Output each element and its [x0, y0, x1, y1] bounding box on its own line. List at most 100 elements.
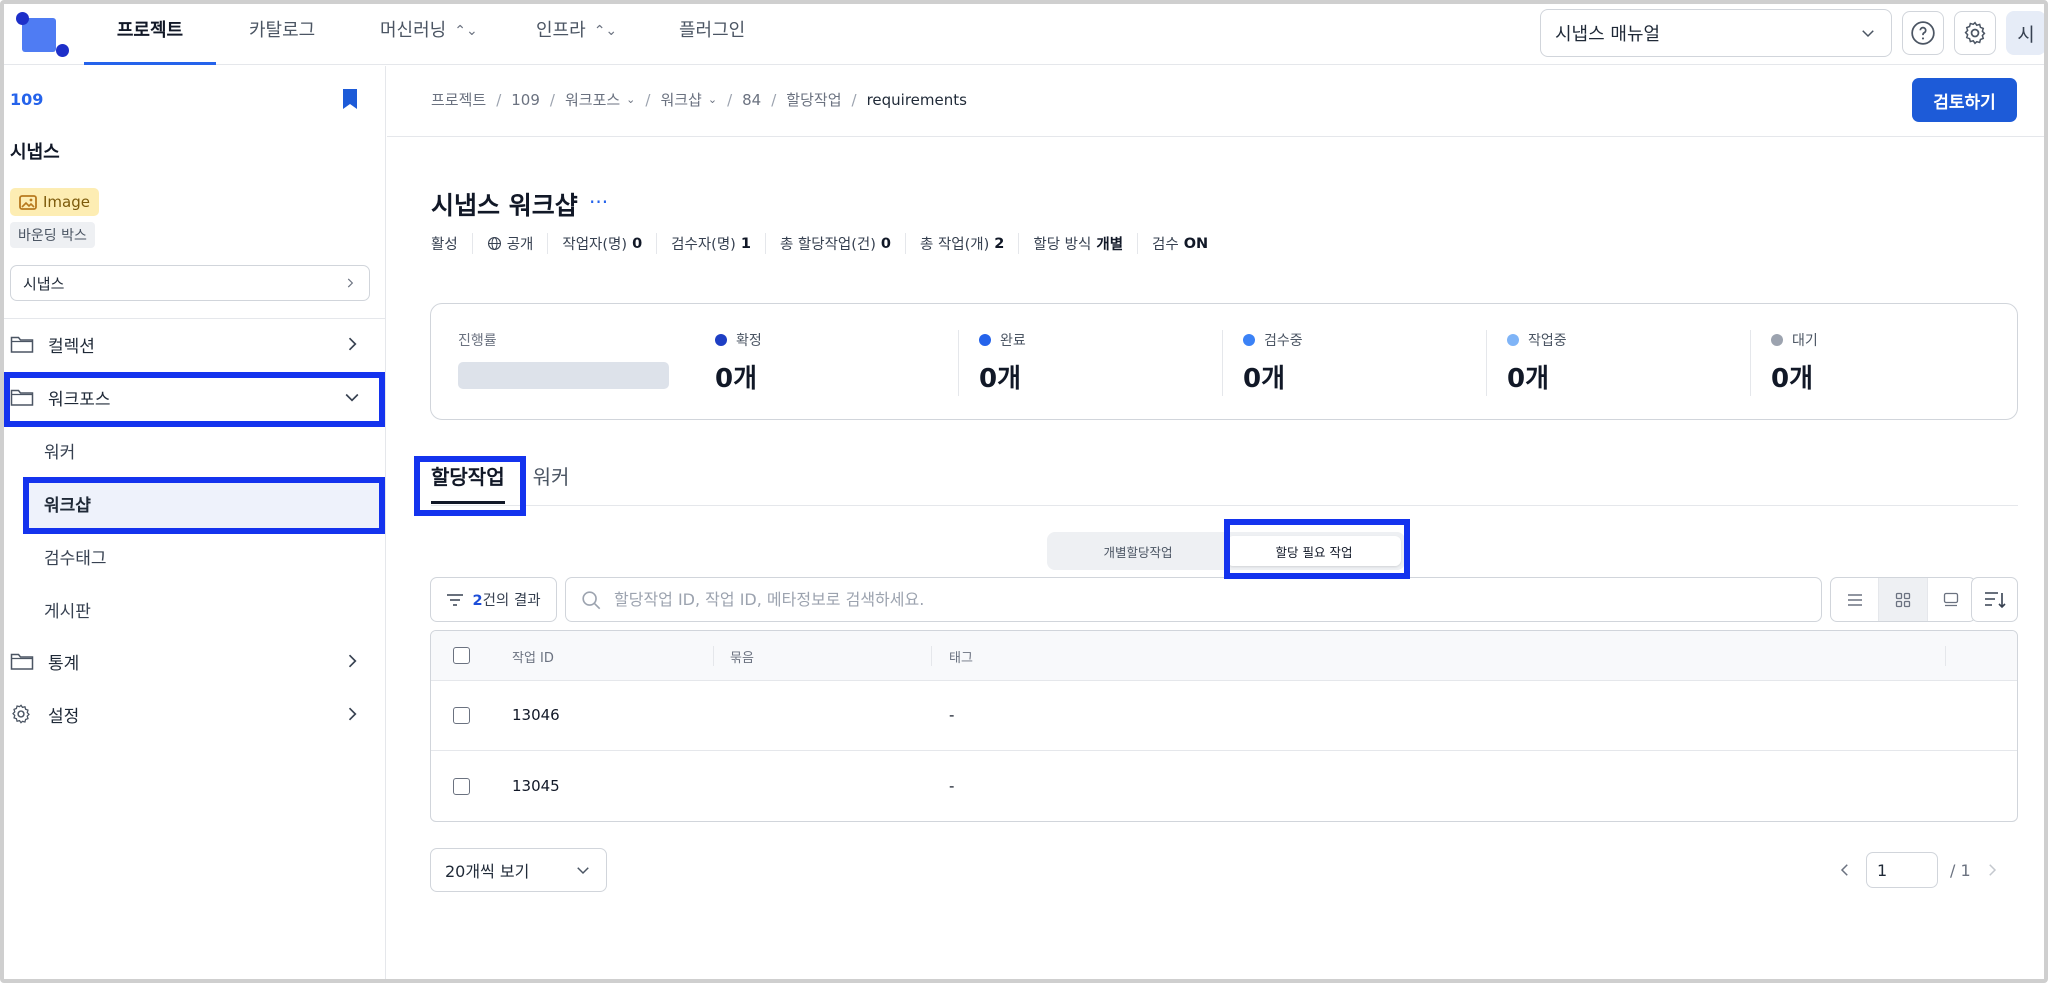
settings-button[interactable]	[1954, 11, 1996, 55]
chevron-right-icon	[348, 337, 357, 351]
avatar-initial: 시	[2017, 23, 2035, 46]
stat-value: 0개	[1507, 364, 1550, 394]
sidebar-item-workforce[interactable]: 워크포스	[4, 372, 382, 422]
progress-stats-card: 진행률 확정 0개 완료 0개 검수중 0개 작업중 0개 대기 0개	[430, 303, 2018, 420]
gallery-view-button[interactable]	[1926, 578, 1975, 621]
project-id: 109	[10, 90, 44, 109]
search-icon	[582, 590, 601, 609]
folder-icon	[10, 336, 34, 353]
grid-view-button[interactable]	[1878, 578, 1927, 621]
sidebar-item-statistics[interactable]: 통계	[4, 636, 382, 686]
app-logo[interactable]	[14, 10, 69, 60]
help-button[interactable]	[1902, 11, 1944, 55]
sidebar-item-workers[interactable]: 워커	[24, 425, 382, 475]
page-size-value: 20개씩 보기	[445, 862, 530, 881]
manual-select[interactable]: 시냅스 매뉴얼	[1540, 9, 1892, 57]
nav-tab-machine-learning[interactable]: 머신러닝 ⌃⌄	[380, 4, 478, 65]
more-options-icon[interactable]: ···	[589, 190, 608, 214]
grid-icon	[1895, 592, 1911, 607]
user-avatar[interactable]: 시	[2006, 11, 2046, 55]
row-checkbox[interactable]	[453, 778, 470, 795]
column-header-bundle[interactable]: 묶음	[730, 647, 754, 666]
table-row[interactable]: 13046 -	[431, 681, 2017, 751]
pagination: 1 / 1	[1836, 852, 2001, 888]
sidebar-item-review-tags[interactable]: 검수태그	[24, 531, 382, 581]
breadcrumb: 프로젝트/ 109/ 워크포스 ⌄ / 워크샵 ⌄/ 84/ 할당작업 / requir…	[431, 89, 967, 110]
nav-tab-label: 머신러닝	[380, 20, 447, 41]
table-row[interactable]: 13045 -	[431, 752, 2017, 821]
row-checkbox[interactable]	[453, 707, 470, 724]
chevron-right-icon	[348, 654, 357, 668]
breadcrumb-workshop-id[interactable]: 84	[742, 91, 761, 109]
page-number-value: 1	[1877, 860, 1888, 880]
chevron-right-icon	[347, 278, 354, 288]
sidebar-item-settings[interactable]: 설정	[4, 689, 382, 739]
meta-value: 개별	[1096, 237, 1124, 253]
breadcrumb-project-id[interactable]: 109	[511, 91, 540, 109]
tabs-divider	[431, 505, 2018, 506]
stat-label: 대기	[1792, 333, 1818, 349]
sidebar-item-collection[interactable]: 컬렉션	[4, 319, 382, 369]
stat-value: 0개	[1243, 364, 1286, 394]
meta-visibility: 공개	[471, 233, 548, 254]
top-nav: 프로젝트 카탈로그 머신러닝 ⌃⌄ 인프라 ⌃⌄ 플러그인 시냅스 매뉴얼 시	[4, 4, 2046, 65]
segment-individual-assignments[interactable]: 개별할당작업	[1051, 536, 1225, 566]
sidebar-item-board[interactable]: 게시판	[24, 584, 382, 634]
view-mode-toggle	[1830, 577, 1976, 622]
breadcrumb-projects[interactable]: 프로젝트	[431, 89, 486, 110]
tag-cell: -	[949, 777, 955, 795]
search-input[interactable]	[614, 590, 1794, 609]
review-button[interactable]: 검토하기	[1912, 78, 2017, 122]
stat-label: 완료	[1000, 333, 1026, 349]
sidebar: 109 시냅스 Image 바운딩 박스 시냅스 컬렉션 워크포스 워커 워크샵…	[4, 66, 386, 979]
breadcrumb-workshop[interactable]: 워크샵	[660, 89, 701, 110]
sidebar-item-label: 검수태그	[44, 548, 107, 569]
page-number-input[interactable]: 1	[1866, 852, 1938, 888]
column-divider[interactable]	[713, 646, 714, 666]
tab-assignments[interactable]: 할당작업	[431, 462, 505, 504]
breadcrumb-workforce[interactable]: 워크포스	[565, 89, 620, 110]
chevron-down-icon[interactable]: ⌄	[626, 93, 635, 106]
nav-tab-catalog[interactable]: 카탈로그	[249, 4, 315, 65]
column-divider[interactable]	[931, 646, 932, 666]
help-circle-icon	[1911, 21, 1935, 45]
select-all-checkbox[interactable]	[453, 647, 470, 664]
sort-button[interactable]	[1971, 577, 2018, 622]
column-divider[interactable]	[1945, 646, 1946, 666]
status-dot-icon	[1771, 334, 1783, 346]
stat-completed: 완료 0개	[958, 330, 1190, 396]
sidebar-item-workshop[interactable]: 워크샵	[24, 478, 382, 528]
chevron-down-icon	[345, 393, 359, 402]
column-header-task-id[interactable]: 작업 ID	[512, 647, 554, 666]
sort-chevron-icon: ⌃⌄	[454, 23, 478, 39]
meta-reviewers: 검수자(명) 1	[656, 233, 765, 254]
chevron-down-icon[interactable]: ⌄	[708, 93, 717, 106]
gear-icon	[1964, 21, 1986, 45]
meta-review: 검수 ON	[1137, 233, 1222, 254]
nav-tab-infra[interactable]: 인프라 ⌃⌄	[536, 4, 617, 65]
status-dot-icon	[979, 334, 991, 346]
segment-needs-assignment[interactable]: 할당 필요 작업	[1227, 536, 1401, 566]
page-size-select[interactable]: 20개씩 보기	[430, 848, 607, 892]
bookmark-icon	[343, 89, 357, 109]
list-icon	[1847, 593, 1862, 606]
sidebar-item-label: 설정	[48, 706, 80, 727]
previous-page-icon[interactable]	[1836, 861, 1854, 879]
bookmark-button[interactable]	[340, 88, 360, 115]
sort-icon	[1984, 591, 2006, 608]
meta-label: 검수	[1152, 237, 1179, 253]
project-select[interactable]: 시냅스	[10, 265, 370, 301]
filter-button[interactable]: 2건의 결과	[430, 577, 557, 622]
nav-tab-label: 카탈로그	[249, 20, 316, 41]
nav-tab-label: 프로젝트	[116, 20, 184, 41]
gear-icon	[12, 704, 30, 724]
next-page-icon[interactable]	[1983, 861, 2001, 879]
list-view-button[interactable]	[1831, 578, 1878, 621]
column-header-tag[interactable]: 태그	[949, 647, 973, 666]
nav-tab-projects[interactable]: 프로젝트	[84, 4, 216, 65]
nav-tab-plugins[interactable]: 플러그인	[679, 4, 745, 65]
breadcrumb-assignments[interactable]: 할당작업	[786, 89, 841, 110]
sidebar-item-label: 워크샵	[44, 495, 91, 516]
assignment-segment-control: 개별할당작업 할당 필요 작업	[1047, 532, 1405, 570]
tab-workers[interactable]: 워커	[533, 462, 570, 504]
